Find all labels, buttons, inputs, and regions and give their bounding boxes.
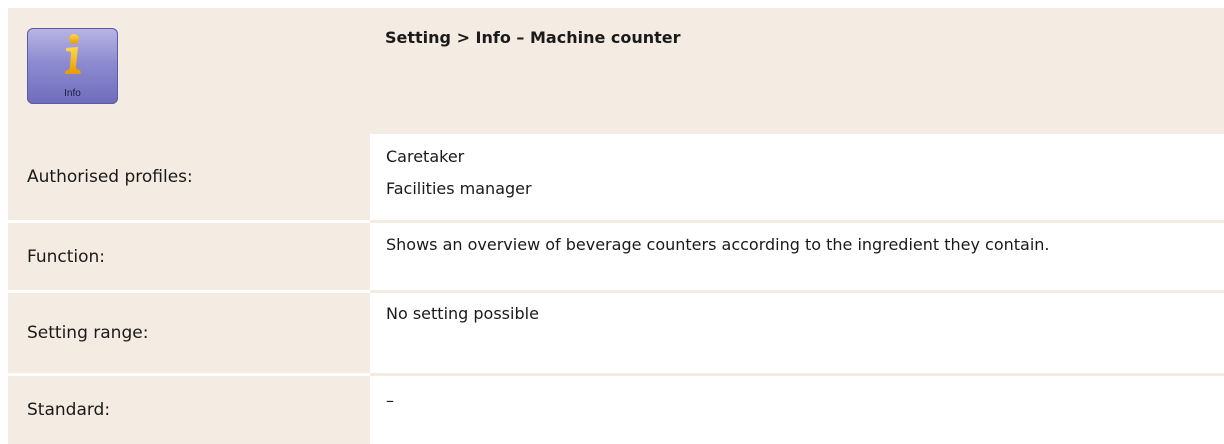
info-icon-caption: Info xyxy=(64,88,81,99)
row-label: Setting range: xyxy=(8,293,370,373)
row-value: Caretaker Facilities manager xyxy=(370,134,1224,220)
function-description: Shows an overview of beverage counters a… xyxy=(386,235,1050,254)
row-value: – xyxy=(370,376,1224,444)
info-settings-sheet: Info Setting > Info – Machine counter Au… xyxy=(8,8,1224,444)
row-setting-range: Setting range: No setting possible xyxy=(8,293,1224,373)
row-label: Authorised profiles: xyxy=(8,134,370,220)
sheet-header: Info Setting > Info – Machine counter xyxy=(8,8,1224,134)
standard-value: – xyxy=(386,391,394,410)
row-authorised-profiles: Authorised profiles: Caretaker Facilitie… xyxy=(8,134,1224,220)
profile-facilities-manager: Facilities manager xyxy=(386,179,532,198)
info-icon: Info xyxy=(27,28,118,104)
info-glyph-icon xyxy=(64,34,81,74)
row-standard: Standard: – xyxy=(8,376,1224,444)
page-title: Setting > Info – Machine counter xyxy=(385,28,681,47)
row-value: Shows an overview of beverage counters a… xyxy=(370,223,1224,290)
row-function: Function: Shows an overview of beverage … xyxy=(8,223,1224,290)
row-label: Function: xyxy=(8,223,370,290)
row-value: No setting possible xyxy=(370,293,1224,373)
setting-range-value: No setting possible xyxy=(386,304,539,323)
row-label: Standard: xyxy=(8,376,370,444)
profile-caretaker: Caretaker xyxy=(386,147,465,166)
